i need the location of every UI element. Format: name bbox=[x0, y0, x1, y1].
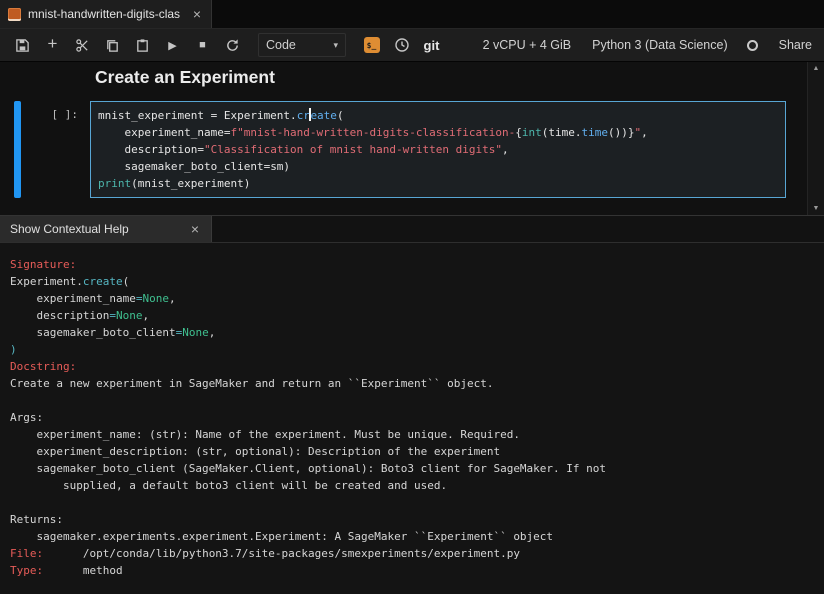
help-line: Experiment.create( bbox=[10, 273, 814, 290]
help-line bbox=[10, 494, 814, 511]
help-line: description=None, bbox=[10, 307, 814, 324]
code-line: experiment_name=f"mnist-hand-written-dig… bbox=[98, 124, 778, 141]
markdown-heading: Create an Experiment bbox=[95, 67, 786, 88]
chevron-down-icon: ▾ bbox=[333, 40, 338, 51]
share-button[interactable]: Share bbox=[779, 38, 812, 52]
help-line: sagemaker.experiments.experiment.Experim… bbox=[10, 528, 814, 545]
jupyterlab-window: mnist-handwritten-digits-clas × + ▶ ■ bbox=[0, 0, 824, 594]
code-line: print(mnist_experiment) bbox=[98, 175, 778, 192]
copy-icon bbox=[105, 38, 120, 53]
cell-type-dropdown[interactable]: Code ▾ bbox=[258, 33, 346, 57]
help-lines: Signature: Experiment.create( experiment_… bbox=[10, 256, 814, 579]
help-line: Args: bbox=[10, 409, 814, 426]
terminal-icon: $_ bbox=[364, 37, 380, 53]
token-red: Type: bbox=[10, 564, 43, 577]
help-line: sagemaker_boto_client=None, bbox=[10, 324, 814, 341]
help-line: ) bbox=[10, 341, 814, 358]
instance-type-button[interactable]: 2 vCPU + 4 GiB bbox=[483, 38, 572, 52]
save-icon bbox=[15, 38, 30, 53]
token-fn: eate bbox=[310, 109, 337, 122]
notebook-panel: Create an Experiment [ ]: mnist_experime… bbox=[0, 62, 824, 215]
help-line: File: /opt/conda/lib/python3.7/site-pack… bbox=[10, 545, 814, 562]
code-lines: mnist_experiment = Experiment.create( ex… bbox=[91, 102, 785, 197]
code-cell-editor[interactable]: mnist_experiment = Experiment.create( ex… bbox=[90, 101, 786, 198]
scroll-down-icon[interactable]: ▼ bbox=[808, 205, 824, 212]
help-line: Type: method bbox=[10, 562, 814, 579]
kernel-name-button[interactable]: Python 3 (Data Science) bbox=[592, 38, 728, 52]
contextual-help-panel: Show Contextual Help × Signature: Experim… bbox=[0, 215, 824, 594]
cell-type-value: Code bbox=[266, 38, 296, 52]
notebook-tab[interactable]: mnist-handwritten-digits-clas × bbox=[0, 0, 212, 28]
clock-icon bbox=[394, 37, 410, 53]
paste-icon bbox=[135, 38, 150, 53]
save-button[interactable] bbox=[10, 33, 35, 58]
checkpoint-button[interactable] bbox=[389, 33, 414, 58]
help-line: experiment_name: (str): Name of the expe… bbox=[10, 426, 814, 443]
code-line: mnist_experiment = Experiment.create( bbox=[98, 107, 778, 124]
help-line: Create a new experiment in SageMaker and… bbox=[10, 375, 814, 392]
tab-close-icon[interactable]: × bbox=[191, 7, 203, 21]
restart-icon bbox=[225, 38, 240, 53]
insert-cell-button[interactable]: + bbox=[40, 33, 65, 58]
help-line: experiment_description: (str, optional):… bbox=[10, 443, 814, 460]
notebook-icon bbox=[8, 8, 21, 21]
interrupt-kernel-button[interactable]: ■ bbox=[190, 33, 215, 58]
restart-kernel-button[interactable] bbox=[220, 33, 245, 58]
main-tab-bar: mnist-handwritten-digits-clas × bbox=[0, 0, 824, 29]
help-line bbox=[10, 392, 814, 409]
contextual-help-tab[interactable]: Show Contextual Help × bbox=[0, 216, 212, 242]
git-button[interactable]: git bbox=[419, 33, 444, 58]
token-green: None bbox=[142, 292, 169, 305]
token-red: File: bbox=[10, 547, 43, 560]
paste-cells-button[interactable] bbox=[130, 33, 155, 58]
token-builtin: int bbox=[522, 126, 542, 139]
git-icon: git bbox=[424, 38, 440, 53]
help-tab-title: Show Contextual Help bbox=[10, 222, 181, 236]
token-fn: time bbox=[581, 126, 608, 139]
copy-cells-button[interactable] bbox=[100, 33, 125, 58]
help-line: sagemaker_boto_client (SageMaker.Client,… bbox=[10, 460, 814, 477]
cut-cells-button[interactable] bbox=[70, 33, 95, 58]
kernel-status-icon bbox=[747, 40, 758, 51]
code-cell-row: [ ]: mnist_experiment = Experiment.creat… bbox=[14, 101, 786, 198]
token-red: Docstring: bbox=[10, 360, 76, 373]
help-line: Signature: bbox=[10, 256, 814, 273]
token-green: None bbox=[116, 309, 143, 322]
plus-icon: + bbox=[48, 34, 58, 54]
notebook-tab-title: mnist-handwritten-digits-clas bbox=[28, 7, 184, 21]
stop-icon: ■ bbox=[199, 39, 206, 51]
token-cyan: ) bbox=[10, 343, 17, 356]
token-cyan: = bbox=[109, 309, 116, 322]
token-cyan: create bbox=[83, 275, 123, 288]
scroll-up-icon[interactable]: ▲ bbox=[808, 65, 824, 72]
code-line: sagemaker_boto_client=sm) bbox=[98, 158, 778, 175]
help-line: supplied, a default boto3 client will be… bbox=[10, 477, 814, 494]
launch-terminal-button[interactable]: $_ bbox=[359, 33, 384, 58]
help-line: experiment_name=None, bbox=[10, 290, 814, 307]
notebook-scrollbar[interactable]: ▲ ▼ bbox=[807, 62, 824, 215]
scissors-icon bbox=[75, 38, 90, 53]
cell-collapser[interactable] bbox=[14, 101, 21, 198]
token-str: f"mnist-hand-written-digits-classificati… bbox=[230, 126, 515, 139]
contextual-help-content: Signature: Experiment.create( experiment_… bbox=[0, 243, 824, 594]
help-tab-close-icon[interactable]: × bbox=[189, 222, 201, 236]
help-line: Returns: bbox=[10, 511, 814, 528]
notebook-toolbar: + ▶ ■ Code ▾ $_ git bbox=[0, 29, 824, 62]
help-tab-bar: Show Contextual Help × bbox=[0, 216, 824, 243]
code-line: description="Classification of mnist han… bbox=[98, 141, 778, 158]
cell-prompt: [ ]: bbox=[21, 101, 90, 198]
token-str: "Classification of mnist hand-written di… bbox=[204, 143, 502, 156]
token-builtin: print bbox=[98, 177, 131, 190]
token-red: Signature: bbox=[10, 258, 76, 271]
token-fn: cr bbox=[297, 109, 310, 122]
run-icon: ▶ bbox=[168, 39, 176, 52]
run-cell-button[interactable]: ▶ bbox=[160, 33, 185, 58]
token-green: None bbox=[182, 326, 209, 339]
help-line: Docstring: bbox=[10, 358, 814, 375]
